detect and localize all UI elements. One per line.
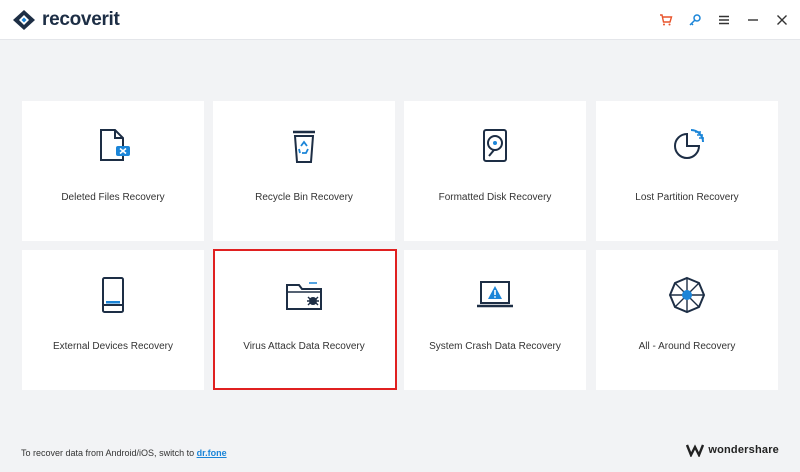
deleted-file-icon [93, 126, 133, 166]
recovery-mode-grid: Deleted Files Recovery Recycle Bin Recov… [0, 0, 800, 472]
lost-partition-icon [667, 126, 707, 166]
all-around-icon [667, 275, 707, 315]
card-external-devices-recovery[interactable]: External Devices Recovery [22, 250, 204, 390]
virus-folder-icon [284, 275, 324, 315]
system-crash-icon [475, 275, 515, 315]
card-label: Lost Partition Recovery [635, 192, 739, 203]
card-system-crash-data-recovery[interactable]: System Crash Data Recovery [404, 250, 586, 390]
card-recycle-bin-recovery[interactable]: Recycle Bin Recovery [213, 101, 395, 241]
card-label: Virus Attack Data Recovery [243, 341, 365, 352]
card-formatted-disk-recovery[interactable]: Formatted Disk Recovery [404, 101, 586, 241]
drfone-link[interactable]: dr.fone [197, 448, 227, 458]
card-label: Formatted Disk Recovery [438, 192, 552, 203]
card-virus-attack-data-recovery[interactable]: Virus Attack Data Recovery [213, 250, 395, 390]
recycle-bin-icon [284, 126, 324, 166]
card-lost-partition-recovery[interactable]: Lost Partition Recovery [596, 101, 778, 241]
wondershare-brand: wondershare [686, 443, 779, 457]
brand-name: wondershare [708, 444, 779, 456]
footer-hint-text: To recover data from Android/iOS, switch… [21, 448, 195, 458]
card-label: System Crash Data Recovery [429, 341, 561, 352]
external-device-icon [93, 275, 133, 315]
card-label: External Devices Recovery [52, 341, 174, 352]
card-deleted-files-recovery[interactable]: Deleted Files Recovery [22, 101, 204, 241]
card-all-around-recovery[interactable]: All - Around Recovery [596, 250, 778, 390]
card-label: Deleted Files Recovery [61, 192, 165, 203]
footer-hint: To recover data from Android/iOS, switch… [21, 448, 227, 458]
card-label: All - Around Recovery [638, 341, 736, 352]
card-label: Recycle Bin Recovery [255, 192, 353, 203]
wondershare-logo-icon [686, 444, 705, 457]
formatted-disk-icon [475, 126, 515, 166]
